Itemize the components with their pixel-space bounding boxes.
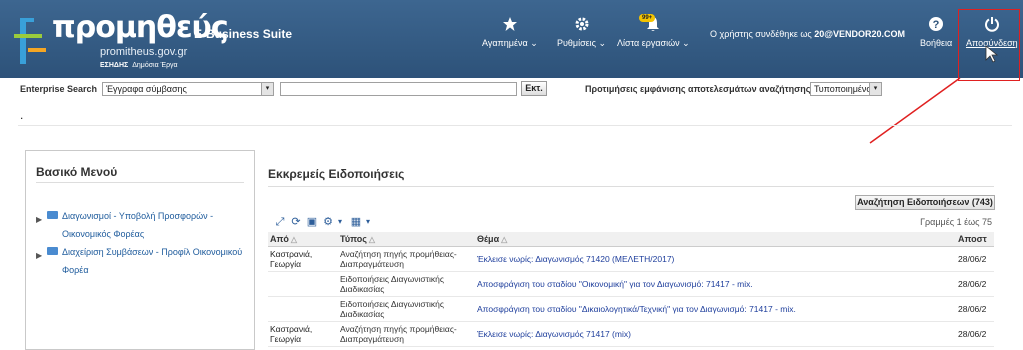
column-header-type[interactable]: Τύπος △ xyxy=(338,232,475,247)
cell-subject: Αποσφράγιση του σταδίου "Οικονομική" για… xyxy=(475,271,956,297)
notifications-title: Εκκρεμείς Ειδοποιήσεις xyxy=(268,167,405,181)
column-header-from[interactable]: Από △ xyxy=(268,232,338,247)
notification-link[interactable]: Έκλεισε νωρίς: Διαγωνισμός 71420 (ΜΕΛΕΤΗ… xyxy=(477,254,674,264)
logout-highlight-box xyxy=(958,9,1020,81)
table-row: Ειδοποιήσεις Διαγωνιστικής Διαδικασίας Α… xyxy=(268,271,994,297)
search-scope-select[interactable]: Έγγραφα σύμβασης ▾ xyxy=(102,82,274,96)
cell-subject: Έκλεισε νωρίς: Διαγωνισμός 71420 (ΜΕΛΕΤΗ… xyxy=(475,246,956,272)
sort-icon: △ xyxy=(501,235,508,244)
favorites-button[interactable]: Αγαπημένα ⌄ xyxy=(482,16,538,49)
table-row: Ειδοποιήσεις Διαγωνιστικής Διαδικασίας Α… xyxy=(268,296,994,322)
logo-tagline: ΕΣΗΔΗΣ Δημόσια Έργα xyxy=(100,62,178,69)
cell-type: Αναζήτηση πηγής προμήθειας-Διαπραγμάτευσ… xyxy=(338,321,475,347)
user-name: 20@VENDOR20.COM xyxy=(814,29,906,39)
favorites-label: Αγαπημένα xyxy=(482,38,528,48)
divider xyxy=(268,186,994,187)
column-header-sent[interactable]: Αποστ xyxy=(956,232,994,247)
gear-icon xyxy=(557,16,606,38)
worklist-label: Λίστα εργασιών xyxy=(617,38,680,48)
logo-url: promitheus.gov.gr xyxy=(100,46,188,58)
cell-from xyxy=(268,271,338,297)
help-label: Βοήθεια xyxy=(920,38,953,48)
settings-button[interactable]: Ρυθμίσεις ⌄ xyxy=(557,16,606,49)
cell-date: 28/06/2 xyxy=(956,246,994,272)
notifications-table: Από △ Τύπος △ Θέμα △ Αποστ Καστρανιά, Γεωργ… xyxy=(268,232,994,347)
cell-date: 28/06/2 xyxy=(956,296,994,322)
menu-item-label: Οικονομικός Φορέας xyxy=(62,229,145,239)
dropdown-arrow-icon: ▾ xyxy=(261,83,273,95)
notification-link[interactable]: Αποσφράγιση του σταδίου "Οικονομική" για… xyxy=(477,279,753,289)
cell-date: 28/06/2 xyxy=(956,321,994,347)
divider xyxy=(18,125,1012,126)
help-icon: ? xyxy=(920,16,952,38)
help-button[interactable]: ? Βοήθεια xyxy=(920,16,952,48)
cell-type: Ειδοποιήσεις Διαγωνιστικής Διαδικασίας xyxy=(338,271,475,297)
bell-icon: 99+ xyxy=(617,14,690,38)
chevron-down-icon: ⌄ xyxy=(530,38,538,48)
divider xyxy=(36,182,244,183)
chevron-down-icon: ⌄ xyxy=(598,38,607,48)
star-icon xyxy=(482,16,538,38)
user-info: Ο χρήστης συνδέθηκε ως 20@VENDOR20.COM xyxy=(710,29,905,39)
cell-from: Καστρανιά, Γεωργία xyxy=(268,321,338,347)
columns-icon[interactable]: ▦ xyxy=(350,216,362,228)
menu-item-label: Διαχείριση Συμβάσεων - Προφίλ Οικονομικο… xyxy=(62,247,243,257)
logo-mark-icon xyxy=(14,18,46,64)
rows-count: Γραμμές 1 έως 75 xyxy=(920,217,992,227)
cell-type: Ειδοποιήσεις Διαγωνιστικής Διαδικασίας xyxy=(338,296,475,322)
sort-icon: △ xyxy=(368,235,376,244)
table-header-row: Από △ Τύπος △ Θέμα △ Αποστ xyxy=(268,232,994,247)
display-pref-value: Τυποποιημένο xyxy=(814,84,872,94)
search-notifications-button[interactable]: Αναζήτηση Ειδοποιήσεων (743) xyxy=(855,195,995,210)
settings-label: Ρυθμίσεις xyxy=(557,38,597,48)
detach-icon[interactable]: ⤢ xyxy=(274,216,286,228)
cell-from: Καστρανιά, Γεωργία xyxy=(268,246,338,272)
prometheus-logo[interactable]: προμηθεύς promitheus.gov.gr ΕΣΗΔΗΣ Δημόσι… xyxy=(12,8,229,70)
chevron-down-icon[interactable]: ▾ xyxy=(334,216,346,228)
cell-from xyxy=(268,296,338,322)
notification-link[interactable]: Αποσφράγιση του σταδίου "Δικαιολογητικά/… xyxy=(477,304,796,314)
table-row: Καστρανιά, Γεωργία Αναζήτηση πηγής προμή… xyxy=(268,246,994,272)
menu-item-label: Διαγωνισμοί - Υποβολή Προσφορών - xyxy=(62,211,214,221)
column-header-subject[interactable]: Θέμα △ xyxy=(475,232,956,247)
export-icon[interactable]: ▣ xyxy=(306,216,318,228)
cell-subject: Αποσφράγιση του σταδίου "Δικαιολογητικά/… xyxy=(475,296,956,322)
enterprise-search-label: Enterprise Search xyxy=(20,84,98,94)
table-row: Καστρανιά, Γεωργία Αναζήτηση πηγής προμή… xyxy=(268,321,994,347)
cell-type: Αναζήτηση πηγής προμήθειας-Διαπραγμάτευσ… xyxy=(338,246,475,272)
refresh-icon[interactable]: ⟳ xyxy=(290,216,302,228)
menu-item-label: Φορέα xyxy=(62,265,89,275)
sort-icon: △ xyxy=(290,235,298,244)
main-menu-title: Βασικό Μενού xyxy=(36,165,118,179)
search-scope-value: Έγγραφα σύμβασης xyxy=(106,84,187,94)
main-menu-panel: Βασικό Μενού ▶ Διαγωνισμοί - Υποβολή Προ… xyxy=(25,150,255,350)
suite-title: E-Business Suite xyxy=(194,27,293,41)
worklist-badge: 99+ xyxy=(639,14,656,22)
cell-date: 28/06/2 xyxy=(956,271,994,297)
expand-icon[interactable]: ▶ xyxy=(36,247,42,265)
gear-icon[interactable]: ⚙ xyxy=(322,216,334,228)
search-input[interactable] xyxy=(280,82,517,96)
folder-icon xyxy=(47,247,58,255)
app-header: προμηθεύς promitheus.gov.gr ΕΣΗΔΗΣ Δημόσι… xyxy=(0,0,1023,78)
svg-text:?: ? xyxy=(933,19,940,31)
search-go-button[interactable]: Εκτ. xyxy=(521,81,547,96)
user-prefix: Ο χρήστης συνδέθηκε ως xyxy=(710,29,812,39)
expand-icon[interactable]: ▶ xyxy=(36,211,42,229)
cell-subject: Έκλεισε νωρίς: Διαγωνισμός 71417 (mix) xyxy=(475,321,956,347)
dropdown-arrow-icon: ▾ xyxy=(869,83,881,95)
worklist-button[interactable]: 99+ Λίστα εργασιών ⌄ xyxy=(617,14,690,49)
notification-link[interactable]: Έκλεισε νωρίς: Διαγωνισμός 71417 (mix) xyxy=(477,329,631,339)
chevron-down-icon: ⌄ xyxy=(682,38,690,48)
pref-label: Προτιμήσεις εμφάνισης αποτελεσμάτων αναζ… xyxy=(585,84,811,94)
folder-icon xyxy=(47,211,58,219)
search-bar: Enterprise Search Έγγραφα σύμβασης ▾ Εκτ… xyxy=(0,78,1023,100)
notifications-toolbar: ⤢ ⟳ ▣ ⚙ ▾ ▦ ▾ Γραμμές 1 έως 75 xyxy=(268,214,994,231)
display-pref-select[interactable]: Τυποποιημένο ▾ xyxy=(810,82,882,96)
chevron-down-icon[interactable]: ▾ xyxy=(362,216,374,228)
stray-dot: . xyxy=(20,108,24,122)
